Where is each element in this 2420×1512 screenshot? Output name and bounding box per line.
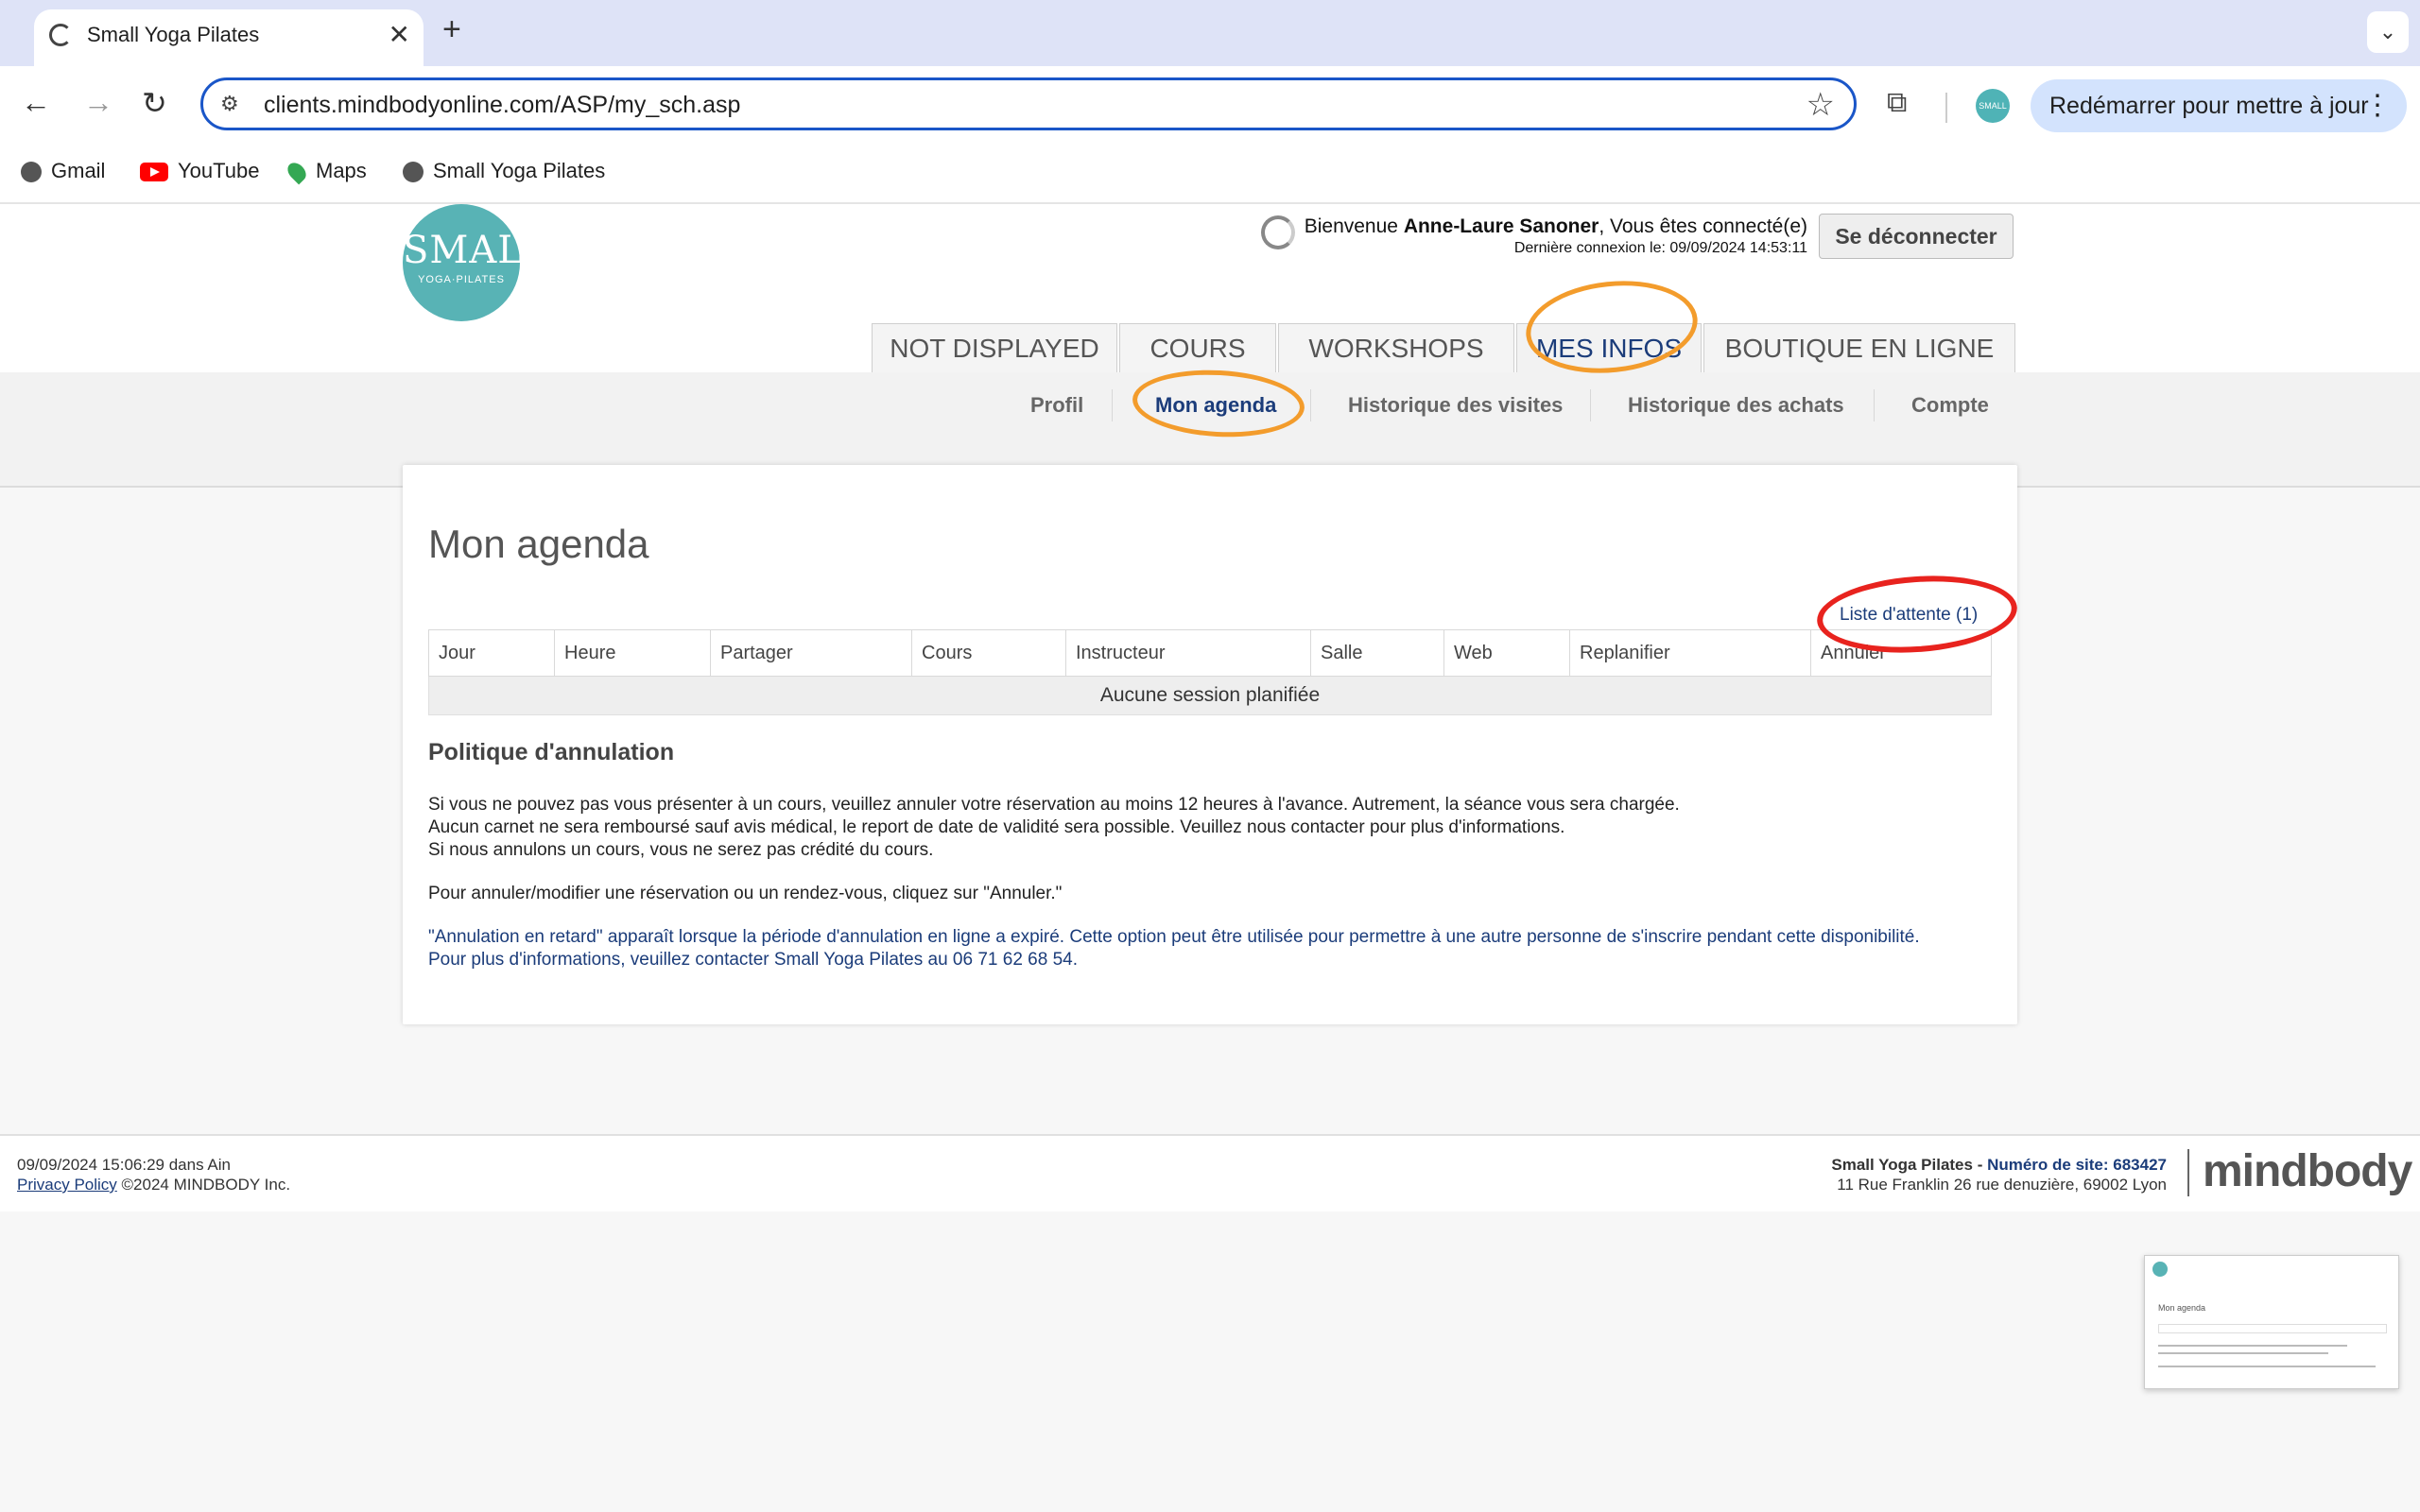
thumbnail-logo-dot <box>2152 1262 2168 1277</box>
site-header: SMALL YOGA·PILATES Bienvenue Anne-Laure … <box>0 204 2420 374</box>
table-header-row: Jour Heure Partager Cours Instructeur Sa… <box>428 629 1992 677</box>
column-header[interactable]: Partager <box>710 629 912 677</box>
site-number: Numéro de site: 683427 <box>1987 1156 2167 1174</box>
forward-icon[interactable]: → <box>83 85 113 120</box>
studio-logo[interactable]: SMALL YOGA·PILATES <box>403 204 550 321</box>
bookmark-gmail[interactable]: Gmail <box>21 159 105 183</box>
loading-spinner-icon <box>1261 215 1295 249</box>
maps-pin-icon <box>284 159 310 185</box>
site-info-icon[interactable]: ⚙ <box>220 92 239 116</box>
profile-avatar[interactable]: SMALL <box>1976 89 2010 123</box>
globe-icon <box>21 162 42 183</box>
bookmark-maps[interactable]: Maps <box>284 159 367 185</box>
browser-tab-strip: Small Yoga Pilates ✕ + ⌄ <box>0 0 2420 66</box>
subnav-profil[interactable]: Profil <box>1030 393 1083 418</box>
tab-cours[interactable]: COURS <box>1119 323 1276 372</box>
welcome-prefix: Bienvenue <box>1304 215 1404 237</box>
globe-icon <box>403 162 424 183</box>
schedule-card: Mon agenda Liste d'attente (1) Jour Heur… <box>403 465 2017 1024</box>
tab-boutique-en-ligne[interactable]: BOUTIQUE EN LIGNE <box>1703 323 2015 372</box>
subnav-historique-achats[interactable]: Historique des achats <box>1628 393 1844 418</box>
address-bar[interactable]: ⚙ clients.mindbodyonline.com/ASP/my_sch.… <box>200 77 1857 130</box>
privacy-policy-link[interactable]: Privacy Policy <box>17 1176 117 1194</box>
table-row: Aucune session planifiée <box>428 676 1992 715</box>
toolbar-divider <box>1945 93 1947 123</box>
subnav-divider <box>1310 389 1311 421</box>
site-footer: 09/09/2024 15:06:29 dans Ain Privacy Pol… <box>0 1134 2420 1211</box>
cancel-instruction: Pour annuler/modifier une réservation ou… <box>428 884 1063 903</box>
user-name: Anne-Laure Sanoner <box>1403 215 1599 237</box>
bookmarks-bar: Gmail YouTube Maps Small Yoga Pilates <box>0 146 2420 204</box>
update-chrome-button[interactable]: Redémarrer pour mettre à jour ⋮ <box>2031 79 2407 132</box>
subnav-historique-visites[interactable]: Historique des visites <box>1348 393 1563 418</box>
column-header[interactable]: Heure <box>554 629 711 677</box>
more-menu-icon[interactable]: ⋮ <box>2363 89 2392 122</box>
thumbnail-line <box>2158 1352 2328 1354</box>
footer-divider <box>2187 1149 2189 1196</box>
bookmark-youtube[interactable]: YouTube <box>140 159 259 183</box>
policy-line: Si vous ne pouvez pas vous présenter à u… <box>428 795 1680 815</box>
back-icon[interactable]: ← <box>21 85 51 120</box>
last-login: Dernière connexion le: 09/09/2024 14:53:… <box>1513 240 1807 256</box>
page-title: Mon agenda <box>428 522 649 566</box>
footer-studio-info: Small Yoga Pilates - Numéro de site: 683… <box>1831 1155 2167 1194</box>
policy-title: Politique d'annulation <box>428 739 675 765</box>
tab-workshops[interactable]: WORKSHOPS <box>1278 323 1514 372</box>
column-header[interactable]: Replanifier <box>1569 629 1811 677</box>
thumbnail-title: Mon agenda <box>2158 1303 2206 1313</box>
bookmark-small-yoga-pilates[interactable]: Small Yoga Pilates <box>403 159 605 183</box>
bookmark-star-icon[interactable]: ☆ <box>1806 86 1835 124</box>
studio-address: 11 Rue Franklin 26 rue denuzière, 69002 … <box>1837 1176 2167 1194</box>
tab-not-displayed[interactable]: NOT DISPLAYED <box>872 323 1117 372</box>
thumbnail-line <box>2158 1345 2347 1347</box>
url-text[interactable]: clients.mindbodyonline.com/ASP/my_sch.as… <box>264 92 740 119</box>
schedule-table: Jour Heure Partager Cours Instructeur Sa… <box>428 629 1992 715</box>
tab-search-chevron-icon[interactable]: ⌄ <box>2367 11 2409 53</box>
column-header[interactable]: Cours <box>911 629 1066 677</box>
subnav-compte[interactable]: Compte <box>1911 393 1989 418</box>
loading-spinner-icon <box>49 24 72 46</box>
logo-tagline: YOGA·PILATES <box>418 274 505 285</box>
welcome-block: Bienvenue Anne-Laure Sanoner, Vous êtes … <box>1305 215 1807 257</box>
browser-toolbar: ← → ↻ ⚙ clients.mindbodyonline.com/ASP/m… <box>0 66 2420 146</box>
late-cancel-line: "Annulation en retard" apparaît lorsque … <box>428 927 1920 947</box>
thumbnail-table <box>2158 1324 2387 1333</box>
column-header[interactable]: Salle <box>1310 629 1444 677</box>
column-header[interactable]: Instructeur <box>1065 629 1311 677</box>
subnav-divider <box>1590 389 1591 421</box>
footer-datetime: 09/09/2024 15:06:29 dans Ain <box>17 1156 231 1174</box>
empty-message: Aucune session planifiée <box>428 676 1992 715</box>
late-cancel-line: Pour plus d'informations, veuillez conta… <box>428 950 1078 970</box>
extensions-icon[interactable]: ⧉ <box>1887 87 1907 119</box>
new-tab-icon[interactable]: + <box>442 11 461 48</box>
studio-name: Small Yoga Pilates - <box>1831 1156 1988 1174</box>
update-chrome-label: Redémarrer pour mettre à jour <box>2049 93 2369 119</box>
reload-icon[interactable]: ↻ <box>142 85 167 121</box>
subnav-divider <box>1874 389 1875 421</box>
welcome-suffix: , Vous êtes connecté(e) <box>1599 215 1807 237</box>
close-tab-icon[interactable]: ✕ <box>389 19 410 50</box>
logout-button[interactable]: Se déconnecter <box>1819 214 2014 259</box>
column-header[interactable]: Web <box>1443 629 1570 677</box>
policy-line: Aucun carnet ne sera remboursé sauf avis… <box>428 817 1565 837</box>
footer-left: 09/09/2024 15:06:29 dans Ain Privacy Pol… <box>17 1155 290 1194</box>
thumbnail-line <box>2158 1366 2376 1367</box>
copyright: ©2024 MINDBODY Inc. <box>116 1176 291 1194</box>
tab-title: Small Yoga Pilates <box>87 23 260 46</box>
column-header[interactable]: Jour <box>428 629 555 677</box>
youtube-icon <box>140 163 168 182</box>
screenshot-thumbnail[interactable]: Mon agenda <box>2144 1255 2399 1389</box>
mindbody-logo[interactable]: mindbody <box>2203 1145 2412 1197</box>
browser-tab[interactable]: Small Yoga Pilates ✕ <box>34 9 424 66</box>
subnav-divider <box>1112 389 1113 421</box>
logo-wordmark: SMALL <box>403 229 550 272</box>
policy-line: Si nous annulons un cours, vous ne serez… <box>428 840 934 860</box>
